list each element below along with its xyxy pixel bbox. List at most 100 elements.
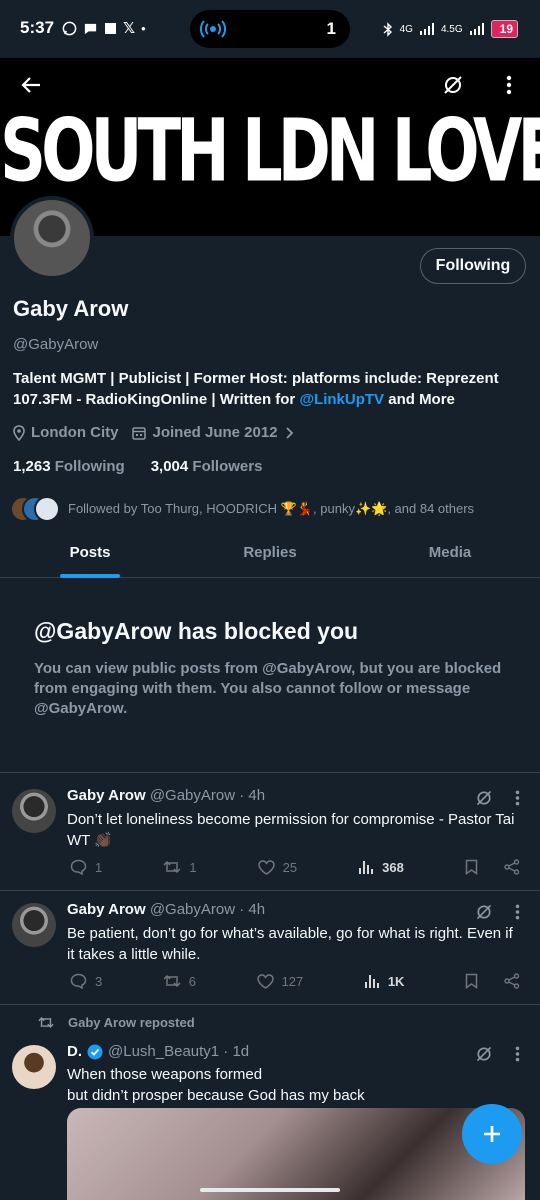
like-button[interactable]: 127 bbox=[256, 973, 304, 989]
tab-replies[interactable]: Replies bbox=[180, 530, 360, 577]
views-count: 368 bbox=[382, 859, 404, 875]
network2-label: 4.5G bbox=[440, 23, 463, 35]
broadcast-icon bbox=[200, 20, 226, 38]
tweet-media-image[interactable] bbox=[67, 1108, 525, 1200]
followers-count: 3,004 bbox=[150, 458, 189, 475]
verified-badge-icon bbox=[87, 1044, 103, 1059]
reply-count: 1 bbox=[95, 859, 103, 875]
back-arrow-icon bbox=[21, 77, 40, 93]
repost-count: 6 bbox=[188, 973, 197, 989]
reply-count: 3 bbox=[95, 973, 103, 989]
like-count: 25 bbox=[282, 859, 298, 875]
tweet-avatar[interactable] bbox=[12, 903, 56, 947]
heart-icon bbox=[256, 973, 274, 989]
followed-avatars bbox=[10, 496, 62, 522]
tweet-top-actions bbox=[475, 789, 520, 807]
calendar-icon bbox=[132, 426, 147, 440]
tweet[interactable]: Gaby Arow @GabyArow · 4h Don’t let lonel… bbox=[0, 772, 540, 890]
tweet-meta: @GabyArow · 4h bbox=[149, 901, 266, 918]
blocked-message: You can view public posts from @GabyArow… bbox=[34, 660, 502, 717]
compose-post-button[interactable] bbox=[462, 1104, 522, 1164]
followers-label: Followers bbox=[192, 458, 263, 475]
views-count: 1K bbox=[387, 973, 405, 989]
grok-button[interactable] bbox=[434, 66, 472, 104]
tweet-actions: 1 1 25 368 bbox=[70, 859, 520, 875]
tweet-meta: @Lush_Beauty1 · 1d bbox=[108, 1043, 250, 1060]
repost-indicator: Gaby Arow reposted bbox=[38, 1015, 195, 1030]
tab-posts[interactable]: Posts bbox=[0, 530, 180, 578]
tweet-trailing-actions bbox=[465, 973, 520, 989]
back-button[interactable] bbox=[12, 66, 50, 104]
tweet-header: D. @Lush_Beauty1 · 1d bbox=[67, 1043, 249, 1060]
tweet-header: Gaby Arow @GabyArow · 4h bbox=[67, 787, 265, 804]
chevron-right-icon[interactable] bbox=[284, 426, 294, 440]
tweet[interactable]: Gaby Arow @GabyArow · 4h Be patient, don… bbox=[0, 890, 540, 1004]
square-icon bbox=[105, 22, 116, 34]
views-button[interactable]: 1K bbox=[364, 973, 405, 989]
repost-icon bbox=[163, 974, 181, 988]
bluetooth-icon bbox=[383, 21, 392, 37]
reply-button[interactable]: 1 bbox=[70, 859, 102, 875]
repost-button[interactable]: 1 bbox=[163, 860, 197, 875]
banner-text: SOUTH LDN LOVER GIRL bbox=[0, 102, 540, 202]
follower-avatar bbox=[34, 496, 60, 522]
grok-icon bbox=[444, 76, 462, 94]
views-icon bbox=[359, 860, 374, 874]
bookmark-icon[interactable] bbox=[465, 973, 478, 989]
reply-button[interactable]: 3 bbox=[70, 973, 102, 989]
location-pin-icon bbox=[13, 424, 25, 441]
following-button[interactable]: Following bbox=[420, 248, 526, 284]
tweet-author[interactable]: D. bbox=[67, 1043, 82, 1060]
status-time: 5:37 bbox=[20, 18, 55, 37]
more-vertical-icon[interactable] bbox=[515, 790, 520, 806]
tweet-avatar[interactable] bbox=[12, 1045, 56, 1089]
profile-handle: @GabyArow bbox=[13, 336, 99, 353]
signal-icon bbox=[419, 23, 434, 35]
bookmark-icon[interactable] bbox=[465, 859, 478, 875]
more-options-button[interactable] bbox=[490, 66, 528, 104]
tab-media[interactable]: Media bbox=[360, 530, 540, 577]
grok-icon[interactable] bbox=[475, 1045, 493, 1063]
tweet-text-line: but didn’t prosper because God has my ba… bbox=[67, 1087, 365, 1104]
following-count: 1,263 bbox=[13, 458, 51, 475]
like-button[interactable]: 25 bbox=[257, 859, 298, 875]
tweet-meta: @GabyArow · 4h bbox=[149, 787, 266, 804]
tweet-top-actions bbox=[475, 1045, 520, 1063]
joined: Joined June 2012 bbox=[132, 424, 293, 441]
more-vertical-icon[interactable] bbox=[515, 1046, 520, 1062]
repost-button[interactable]: 6 bbox=[163, 974, 196, 989]
share-icon[interactable] bbox=[504, 973, 520, 989]
battery-indicator: 19 bbox=[490, 20, 518, 38]
tweet-text: When those weapons formed but didn’t pro… bbox=[67, 1064, 517, 1106]
tweet-author[interactable]: Gaby Arow bbox=[67, 901, 146, 918]
repost-label[interactable]: Gaby Arow reposted bbox=[68, 1015, 195, 1030]
signal2-icon bbox=[469, 23, 484, 35]
profile-avatar[interactable] bbox=[10, 196, 94, 280]
followed-by-row[interactable]: Followed by Too Thurg, HOODRICH 🏆💃, punk… bbox=[10, 496, 474, 522]
system-icons: 4G 4.5G 19 bbox=[383, 20, 518, 38]
grok-icon[interactable] bbox=[475, 789, 493, 807]
views-button[interactable]: 368 bbox=[358, 860, 404, 875]
tweet-top-actions bbox=[475, 903, 520, 921]
following-count-link[interactable]: 1,263 Following bbox=[13, 458, 125, 475]
tweet-avatar[interactable] bbox=[12, 789, 56, 833]
share-icon[interactable] bbox=[504, 859, 520, 875]
like-count: 127 bbox=[281, 973, 304, 989]
bio-mention-link[interactable]: @LinkUpTV bbox=[299, 391, 384, 408]
views-icon bbox=[364, 974, 379, 988]
notification-icons: 𝕏 • bbox=[62, 19, 146, 37]
location: London City bbox=[13, 424, 118, 441]
grok-icon[interactable] bbox=[475, 903, 493, 921]
tweet-author[interactable]: Gaby Arow bbox=[67, 787, 146, 804]
tweet-text-line: When those weapons formed bbox=[67, 1066, 263, 1083]
blocked-title: @GabyArow has blocked you bbox=[34, 618, 359, 644]
heart-icon bbox=[257, 859, 275, 875]
plus-icon bbox=[484, 1126, 500, 1142]
blocked-notice: @GabyArow has blocked you You can view p… bbox=[34, 618, 504, 719]
more-vertical-icon[interactable] bbox=[515, 904, 520, 920]
follow-counts: 1,263 Following 3,004 Followers bbox=[13, 458, 262, 475]
home-indicator[interactable] bbox=[200, 1188, 340, 1192]
followers-count-link[interactable]: 3,004 Followers bbox=[151, 458, 263, 475]
chat-icon bbox=[84, 23, 97, 34]
tweet-trailing-actions bbox=[465, 859, 520, 875]
